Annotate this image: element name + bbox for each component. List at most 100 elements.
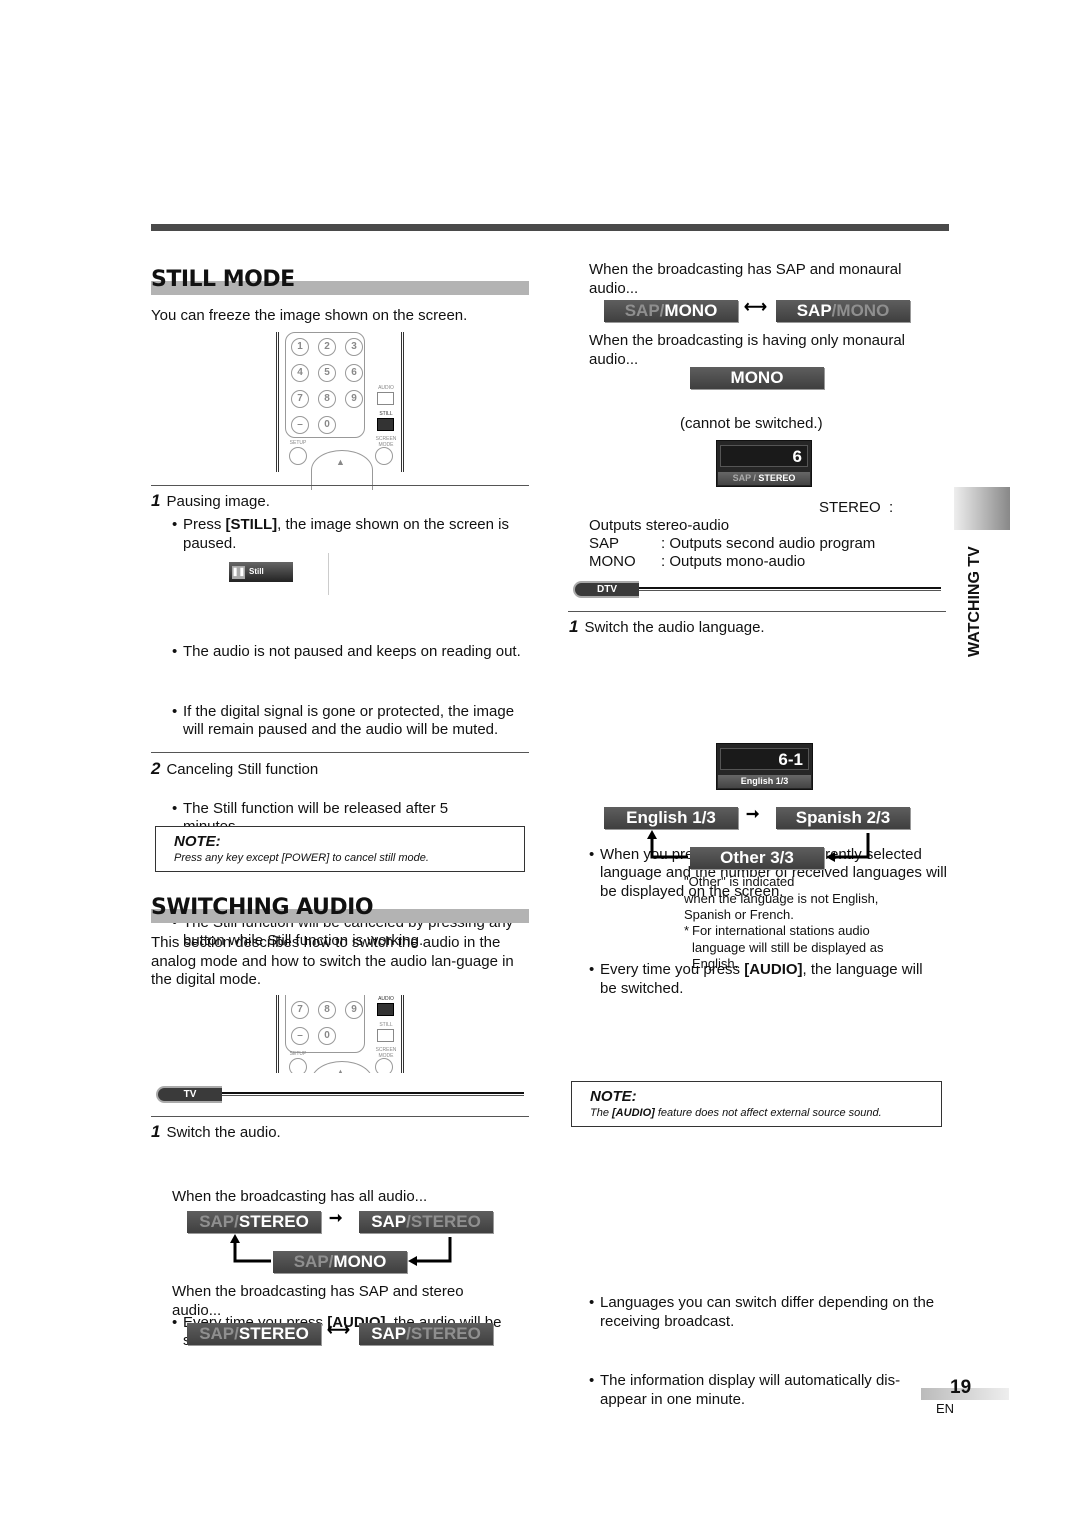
- sap-stereo-caption: When the broadcasting has SAP and stereo…: [172, 1283, 464, 1319]
- osd-part: SAP: [371, 1212, 407, 1231]
- audio-key: [377, 392, 394, 405]
- def-key: SAP: [589, 535, 620, 552]
- key-8: 8: [318, 1001, 336, 1019]
- step-number: 1: [151, 1122, 161, 1141]
- still-key: [377, 1029, 394, 1042]
- osd-sap-mono-selected-sap: SAP / MONO: [776, 300, 910, 322]
- chapter-label: WATCHING TV: [966, 546, 983, 657]
- key-7: 7: [291, 390, 309, 408]
- text: when the language is not English,: [684, 890, 879, 906]
- switching-audio-title: SWITCHING AUDIO: [151, 895, 374, 920]
- divider: [568, 611, 946, 612]
- key-5: 5: [318, 364, 336, 382]
- remote-illustration: 1 2 3 4 5 6 7 8 9 – 0 AUDIO STILL SETUP …: [276, 332, 404, 490]
- audio-key-label: AUDIO: [378, 385, 394, 391]
- osd-part: SAP: [199, 1212, 235, 1231]
- tv-mode-pill: TV: [156, 1086, 222, 1103]
- screen-mode-key: [375, 447, 393, 465]
- note-title: NOTE:: [590, 1088, 637, 1105]
- key-ref: [STILL]: [225, 516, 278, 533]
- def-sap: SAP: Outputs second audio program: [589, 535, 875, 554]
- audio-key-label: AUDIO: [378, 996, 394, 1002]
- step-title: Canceling Still function: [166, 761, 319, 778]
- key-dash: –: [291, 416, 309, 434]
- channel-screen-digital: 6-1 English 1/3: [716, 743, 813, 790]
- key-dash: –: [291, 1027, 309, 1045]
- osd-part: STEREO: [238, 1324, 309, 1343]
- osd-part: MONO: [664, 301, 718, 320]
- channel-screen-analog: 6 SAP / STEREO: [716, 440, 812, 487]
- arrow-right-icon: ➞: [329, 1210, 343, 1227]
- text: Press: [183, 516, 226, 533]
- bullet-press-still: Press [STILL], the image shown on the sc…: [172, 516, 532, 553]
- channel-number: 6: [720, 445, 808, 467]
- footnote: * For international stations audio langua…: [684, 923, 914, 973]
- divider: [151, 1116, 529, 1117]
- cannot-switch-caption: (cannot be switched.): [680, 415, 823, 432]
- chapter-tab: [954, 487, 1010, 530]
- key-1: 1: [291, 338, 309, 356]
- other-note: "Other" is indicated when the language i…: [684, 874, 878, 924]
- still-key-label: STILL: [379, 411, 393, 417]
- osd-lang-english: English 1/3: [604, 807, 738, 829]
- page-number: 19: [950, 1377, 972, 1398]
- def-value: Outputs second audio program: [669, 535, 876, 552]
- def-stereo-key: STEREO :: [819, 499, 893, 518]
- osd-part: STEREO: [410, 1212, 481, 1231]
- step-number: 1: [569, 617, 579, 636]
- osd-part: SAP: [796, 301, 832, 320]
- setup-key-label: SETUP: [289, 1051, 307, 1057]
- note-title: NOTE:: [174, 833, 221, 850]
- osd-part: STEREO: [410, 1324, 481, 1343]
- arrow-both-icon: ⟷: [327, 1322, 350, 1339]
- only-mono-caption: When the broadcasting is having only mon…: [589, 332, 906, 368]
- channel-number: 6-1: [720, 748, 809, 770]
- osd-sap-stereo-selected-sap: SAP / STEREO: [359, 1323, 493, 1345]
- note-box-still: NOTE: Press any key except [POWER] to ca…: [155, 826, 525, 872]
- key-8: 8: [318, 390, 336, 408]
- screen-mode-key-label: SCREEN MODE: [375, 1047, 397, 1059]
- still-mode-title: STILL MODE: [151, 267, 295, 292]
- osd-sap-stereo-selected-stereo: SAP / STEREO: [187, 1323, 321, 1345]
- bullet: Languages you can switch differ dependin…: [589, 1294, 949, 1331]
- setup-key: [289, 447, 307, 465]
- screen-edge: [328, 553, 329, 595]
- audio-mode-label: SAP / STEREO: [718, 472, 810, 485]
- text: Spanish or French.: [684, 907, 794, 922]
- switching-audio-intro: This section describes how to switch the…: [151, 934, 514, 988]
- dtv-mode-pill: DTV: [573, 581, 639, 598]
- step-title: Switch the audio.: [166, 1124, 281, 1141]
- def-key: MONO: [589, 553, 636, 570]
- arrow-both-icon: ⟷: [744, 299, 767, 316]
- step-number: 1: [151, 491, 161, 510]
- still-key: [377, 418, 394, 431]
- key-ref: [AUDIO]: [612, 1107, 655, 1119]
- key-7: 7: [291, 1001, 309, 1019]
- text: "Other" is indicated: [684, 874, 795, 889]
- osd-part: SAP: [624, 301, 660, 320]
- osd-mono: MONO: [690, 367, 824, 389]
- def-mono: MONO: Outputs mono-audio: [589, 553, 805, 572]
- step-1: 1 Pausing image.: [151, 492, 270, 511]
- divider: [151, 485, 529, 486]
- text: STEREO: [819, 499, 881, 516]
- text: For international stations audio languag…: [692, 923, 884, 971]
- osd-lang-spanish: Spanish 2/3: [776, 807, 910, 829]
- osd-part: STEREO: [238, 1212, 309, 1231]
- step-title: Pausing image.: [166, 493, 270, 510]
- setup-key: [289, 1058, 307, 1073]
- pause-icon: ❚❚: [232, 565, 245, 579]
- arrow-right-icon: ➞: [746, 806, 760, 823]
- up-arrow-icon: ▲: [336, 1067, 345, 1073]
- text: STEREO: [758, 473, 796, 483]
- bullet: If the digital signal is gone or protect…: [172, 703, 532, 740]
- key-2: 2: [318, 338, 336, 356]
- still-osd-label: Still: [249, 567, 264, 576]
- key-9: 9: [345, 1001, 363, 1019]
- osd-sap-stereo-selected-stereo: SAP / STEREO: [187, 1211, 321, 1233]
- all-audio-caption: When the broadcasting has all audio...: [172, 1188, 428, 1205]
- text: The: [590, 1107, 613, 1119]
- text: SAP /: [732, 473, 759, 483]
- text: :: [661, 535, 666, 552]
- cycle-arrows-icon: [230, 1234, 452, 1266]
